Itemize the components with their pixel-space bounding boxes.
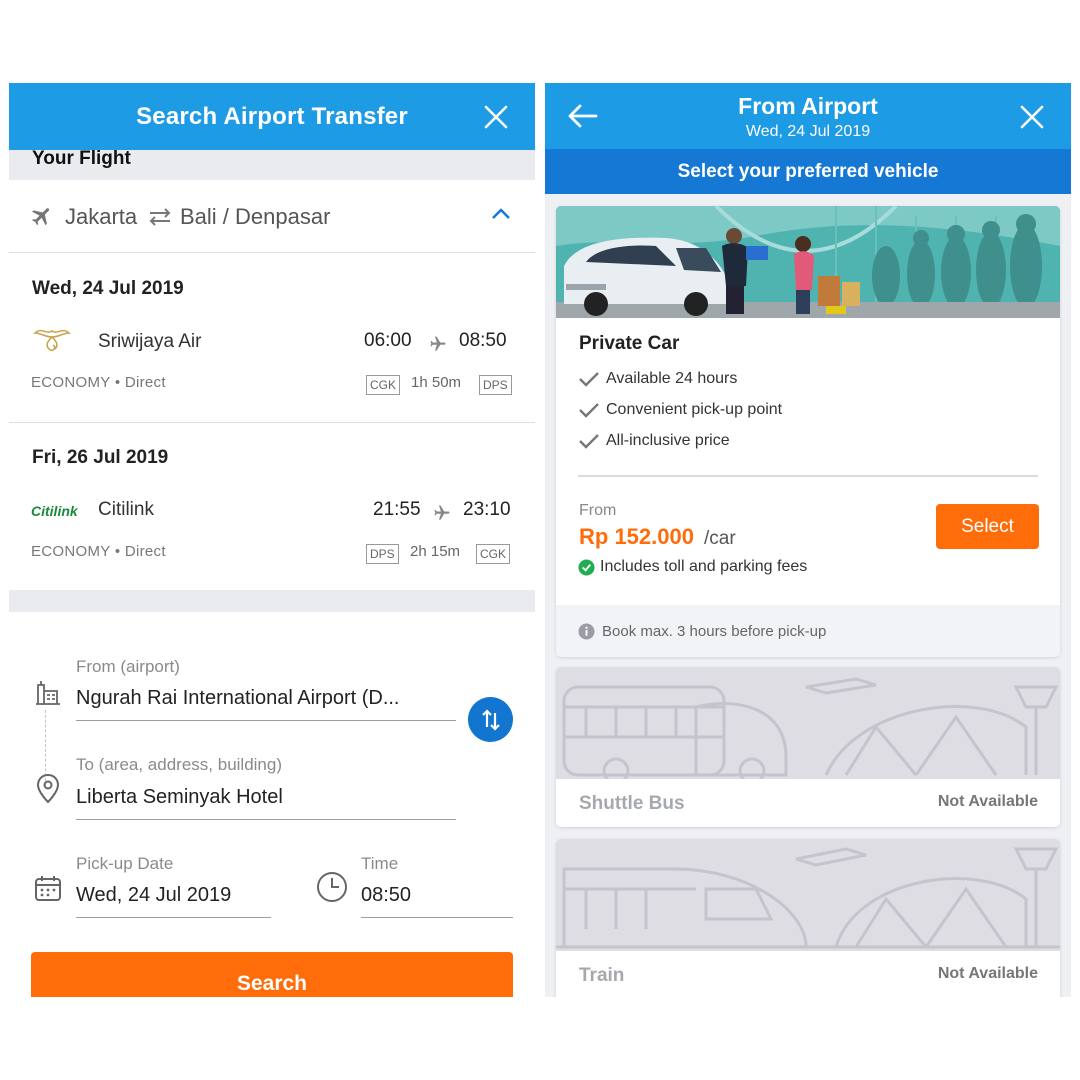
booking-note: Book max. 3 hours before pick-up bbox=[556, 605, 1060, 657]
depart-time: 21:55 bbox=[373, 499, 421, 520]
checkmark-icon bbox=[579, 434, 599, 449]
cabin-class: ECONOMY bbox=[31, 374, 111, 391]
vehicle-name: Train bbox=[579, 965, 625, 986]
private-car-image bbox=[556, 206, 1060, 318]
plane-icon bbox=[430, 336, 446, 351]
feature-item: Convenient pick-up point bbox=[578, 401, 782, 419]
availability-status: Not Available bbox=[937, 965, 1038, 982]
to-address-field[interactable]: Liberta Seminyak Hotel bbox=[76, 786, 456, 809]
search-button[interactable]: Search bbox=[31, 952, 513, 997]
feature-item: All-inclusive price bbox=[578, 432, 730, 450]
field-underline bbox=[76, 819, 456, 820]
airport-building-icon bbox=[36, 681, 60, 705]
divider bbox=[578, 475, 1038, 477]
field-underline bbox=[76, 720, 456, 721]
booking-note-text: Book max. 3 hours before pick-up bbox=[602, 622, 827, 640]
checkmark-icon bbox=[579, 403, 599, 418]
header-bar: From Airport Wed, 24 Jul 2019 bbox=[545, 83, 1071, 149]
date-label: Pick-up Date bbox=[76, 854, 174, 873]
price-unit: /car bbox=[704, 528, 736, 549]
destination-code: CGK bbox=[476, 544, 511, 564]
flight-card: Fri, 26 Jul 2019 Citilink Citilink 21:55… bbox=[9, 423, 535, 590]
info-icon bbox=[578, 622, 595, 640]
subheader-banner: Select your preferred vehicle bbox=[545, 149, 1071, 194]
from-label: From (airport) bbox=[76, 657, 180, 676]
flight-meta: ECONOMY • Direct bbox=[31, 543, 166, 560]
page-title: Search Airport Transfer bbox=[136, 102, 408, 130]
includes-text: Includes toll and parking fees bbox=[600, 558, 808, 575]
section-header: Your Flight bbox=[9, 148, 535, 180]
feature-text: Available 24 hours bbox=[606, 370, 738, 387]
depart-time: 06:00 bbox=[364, 330, 412, 351]
swap-button[interactable] bbox=[468, 697, 513, 742]
price-from-label: From bbox=[579, 502, 617, 519]
close-icon[interactable] bbox=[481, 102, 511, 132]
origin-code: DPS bbox=[366, 544, 399, 564]
cabin-class: ECONOMY bbox=[31, 543, 111, 560]
flight-meta: ECONOMY • Direct bbox=[31, 374, 166, 391]
arrive-time: 08:50 bbox=[459, 330, 507, 351]
meta-separator: • bbox=[114, 543, 121, 560]
vehicle-name: Shuttle Bus bbox=[579, 793, 685, 814]
route-origin: Jakarta bbox=[65, 204, 138, 229]
check-circle-icon bbox=[578, 558, 595, 576]
availability-status: Not Available bbox=[937, 793, 1038, 810]
pickup-time-field[interactable]: 08:50 bbox=[361, 884, 513, 907]
chevron-up-icon[interactable] bbox=[490, 205, 512, 223]
plane-icon bbox=[434, 505, 450, 520]
field-underline bbox=[361, 917, 513, 918]
page-title: From Airport bbox=[738, 93, 878, 119]
time-label: Time bbox=[361, 854, 399, 873]
calendar-icon bbox=[35, 876, 61, 901]
train-image bbox=[556, 839, 1060, 951]
header-bar: Search Airport Transfer bbox=[9, 83, 535, 150]
swap-horizontal-icon bbox=[149, 208, 171, 226]
flight-route-row[interactable]: Jakarta Bali / Denpasar bbox=[9, 180, 535, 253]
feature-item: Available 24 hours bbox=[578, 370, 737, 388]
section-gap bbox=[9, 590, 535, 612]
feature-text: Convenient pick-up point bbox=[606, 401, 783, 418]
sriwijaya-logo-icon bbox=[33, 329, 71, 352]
arrive-time: 23:10 bbox=[463, 499, 511, 520]
origin-code: CGK bbox=[366, 375, 401, 395]
flight-type: Direct bbox=[124, 543, 166, 560]
flight-type: Direct bbox=[124, 374, 166, 391]
location-pin-icon bbox=[36, 773, 60, 804]
flight-duration: 1h 50m bbox=[411, 374, 462, 391]
vehicle-name: Private Car bbox=[579, 333, 680, 354]
includes-note: Includes toll and parking fees bbox=[578, 558, 807, 576]
search-transfer-screen: Search Airport Transfer Your Flight Jaka… bbox=[9, 83, 535, 997]
airline-name: Citilink bbox=[98, 499, 154, 520]
page-subtitle: Wed, 24 Jul 2019 bbox=[745, 123, 871, 140]
clock-icon bbox=[317, 872, 347, 902]
vehicle-card-private-car[interactable]: Private Car Available 24 hours Convenien… bbox=[556, 206, 1060, 657]
checkmark-icon bbox=[579, 372, 599, 387]
section-title: Your Flight bbox=[32, 148, 131, 169]
flight-duration: 2h 15m bbox=[410, 543, 461, 560]
feature-text: All-inclusive price bbox=[606, 432, 730, 449]
flight-date: Wed, 24 Jul 2019 bbox=[32, 278, 184, 299]
vehicle-card-shuttle-bus: Shuttle Bus Not Available bbox=[556, 667, 1060, 827]
destination-code: DPS bbox=[479, 375, 512, 395]
route-destination: Bali / Denpasar bbox=[180, 204, 331, 229]
shuttle-bus-image bbox=[556, 667, 1060, 779]
swap-vertical-icon bbox=[481, 708, 500, 731]
airline-name: Sriwijaya Air bbox=[98, 331, 202, 352]
citilink-logo: Citilink bbox=[31, 503, 78, 519]
plane-icon bbox=[32, 208, 50, 226]
to-label: To (area, address, building) bbox=[76, 755, 283, 774]
select-button[interactable]: Select bbox=[936, 504, 1039, 549]
field-underline bbox=[76, 917, 271, 918]
vehicle-card-train: Train Not Available bbox=[556, 839, 1060, 997]
pickup-date-field[interactable]: Wed, 24 Jul 2019 bbox=[76, 884, 271, 907]
flight-card: Wed, 24 Jul 2019 Sriwijaya Air 06:00 08:… bbox=[9, 254, 535, 422]
from-airport-field[interactable]: Ngurah Rai International Airport (D... bbox=[76, 687, 456, 710]
vehicle-select-screen: From Airport Wed, 24 Jul 2019 Select you… bbox=[545, 83, 1071, 997]
close-icon[interactable] bbox=[1017, 102, 1047, 132]
price-value: Rp 152.000 bbox=[579, 524, 694, 549]
meta-separator: • bbox=[114, 374, 121, 391]
flight-date: Fri, 26 Jul 2019 bbox=[32, 447, 169, 468]
